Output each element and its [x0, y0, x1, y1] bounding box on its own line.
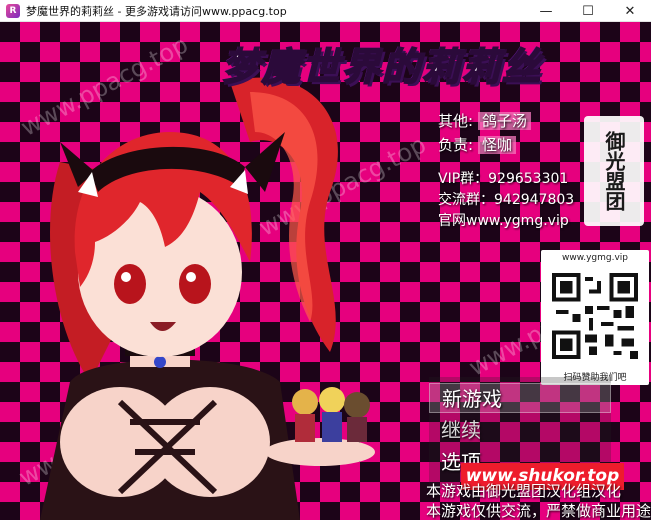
menu-new-game[interactable]: 新游戏: [429, 383, 611, 413]
seal-text: 御光盟团: [602, 131, 626, 211]
credit-lead-label: 负责:: [438, 136, 474, 154]
credit-other: 其他: 鸽子汤: [438, 110, 531, 131]
group-seal-logo: 御光盟团: [584, 116, 644, 226]
vip-group-text: VIP群：929653301: [438, 171, 569, 187]
qr-code-card: www.ygmg.vip 扫码赞助我们吧: [541, 250, 649, 385]
credit-other-label: 其他:: [438, 112, 474, 130]
credit-lead: 负责: 怪咖: [438, 134, 516, 155]
game-logo-title: 梦魔世界的莉莉丝: [221, 44, 543, 90]
qr-url: www.ygmg.vip: [561, 253, 629, 263]
lilith-character-illustration: [40, 77, 375, 520]
minimize-button[interactable]: —: [525, 0, 567, 22]
window-titlebar: R 梦魔世界的莉莉丝 - 更多游戏请访问www.ppacg.top — ☐ ✕: [0, 0, 651, 22]
maximize-button[interactable]: ☐: [567, 0, 609, 22]
close-button[interactable]: ✕: [609, 0, 651, 22]
game-title-screen[interactable]: www.ppacg.top www.ppacg.top www.ppacg.to…: [0, 22, 651, 520]
credit-other-value: 鸽子汤: [477, 112, 531, 130]
credit-lead-value: 怪咖: [477, 136, 516, 154]
window-title: 梦魔世界的莉莉丝 - 更多游戏请访问www.ppacg.top: [26, 4, 287, 18]
translation-notice: 本游戏由御光盟团汉化组汉化: [426, 482, 622, 500]
usage-notice: 本游戏仅供交流，严禁做商业用途: [426, 502, 651, 520]
app-icon: R: [6, 3, 20, 18]
menu-continue[interactable]: 继续: [429, 415, 611, 445]
official-site-text: 官网www.ygmg.vip: [438, 213, 569, 229]
exchange-group-text: 交流群：942947803: [438, 192, 575, 208]
window-controls: — ☐ ✕: [525, 0, 651, 22]
qr-code-image: [552, 273, 638, 359]
